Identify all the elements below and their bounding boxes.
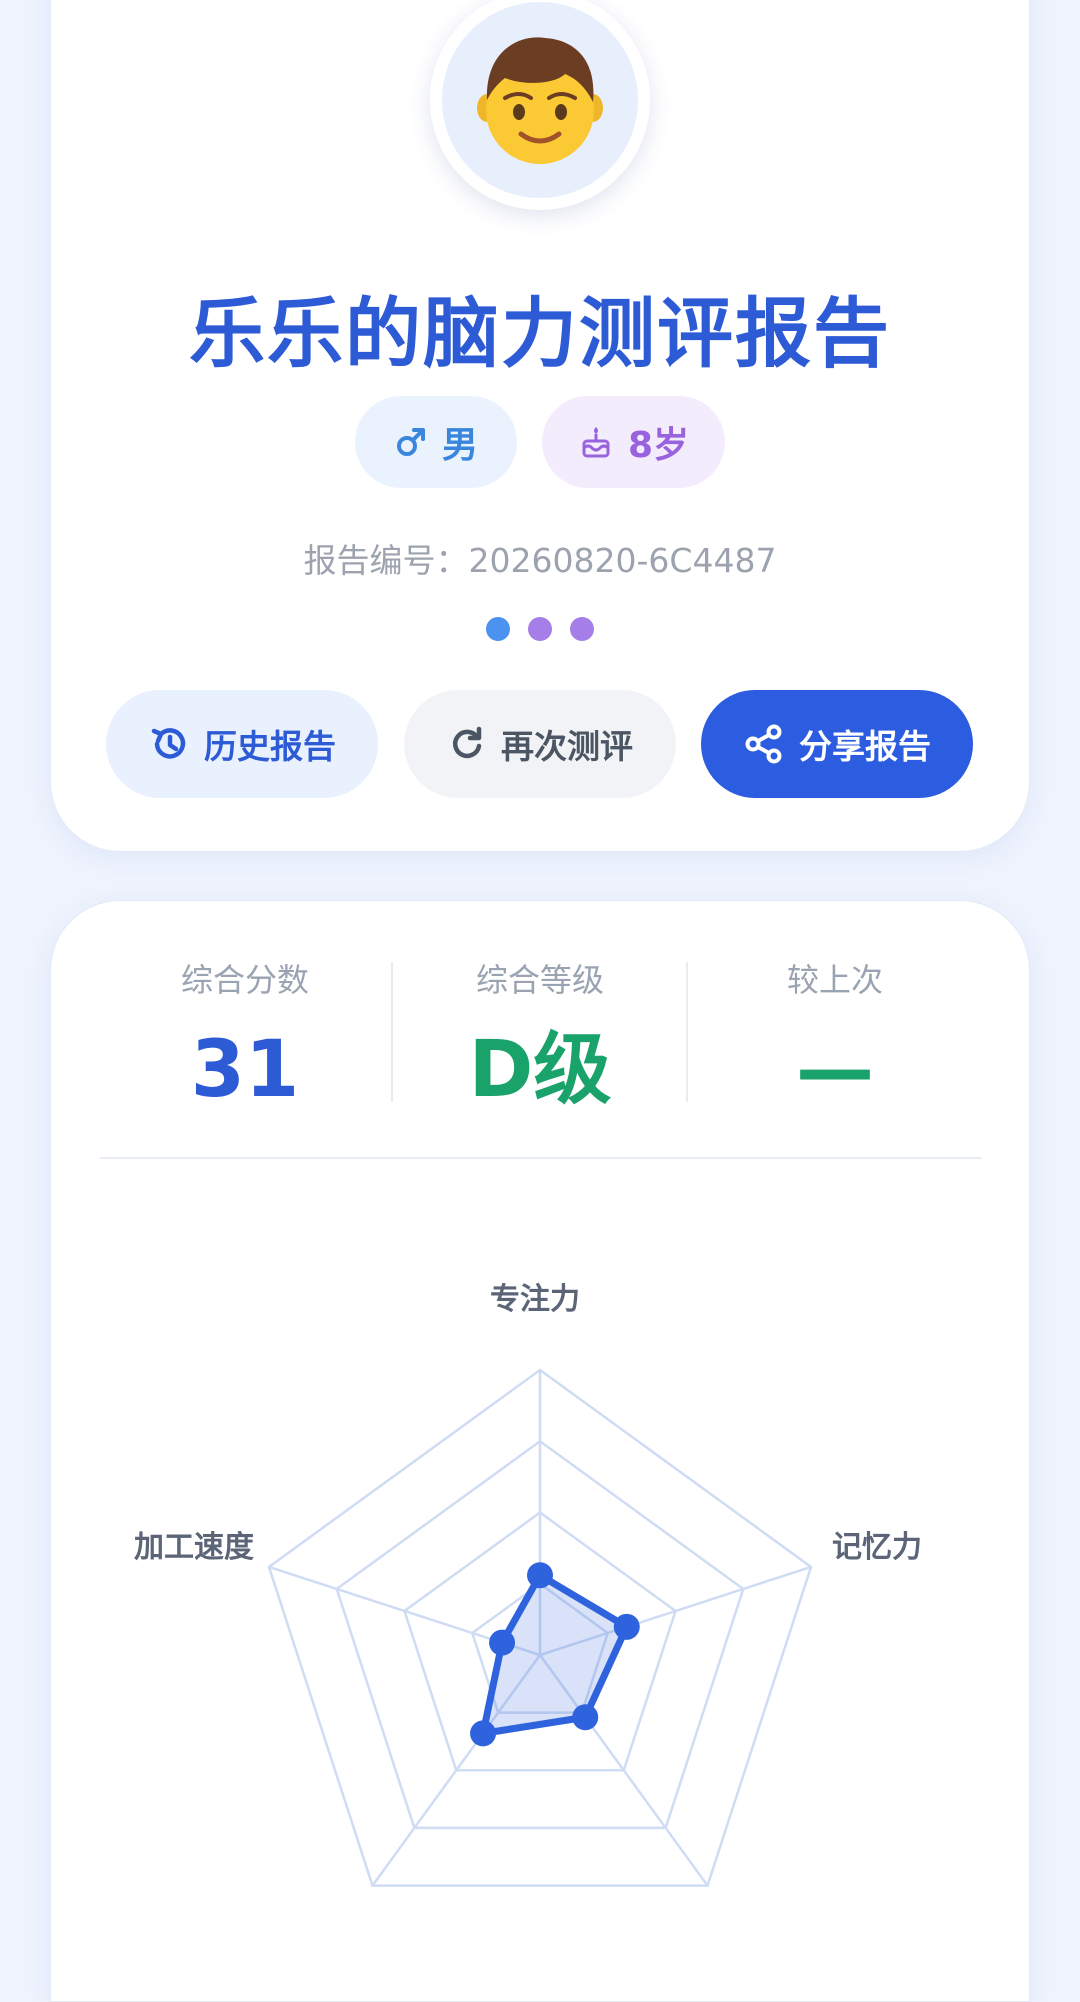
grade-value: D级: [468, 1025, 612, 1115]
history-icon: [151, 728, 186, 759]
page-title: 乐乐的脑力测评报告: [189, 289, 891, 378]
boy-face-icon: [477, 37, 603, 164]
stat-divider: [391, 962, 393, 1102]
score-value: 31: [190, 1025, 300, 1115]
report-number: 报告编号：20260820-6C4487: [303, 541, 777, 580]
indicator-dot-1: [486, 617, 510, 641]
compare-value: —: [796, 1025, 874, 1115]
section-divider: [100, 1157, 982, 1159]
avatar: [430, 0, 650, 210]
male-symbol-icon: [396, 428, 425, 456]
gender-badge: 男: [355, 396, 517, 488]
gender-label: 男: [441, 425, 478, 466]
stat-divider: [686, 962, 688, 1102]
score-label: 综合分数: [180, 961, 309, 999]
birthday-cake-icon: [582, 427, 610, 458]
age-badge: 8岁: [542, 396, 725, 488]
retest-label: 再次测评: [501, 727, 633, 766]
history-report-label: 历史报告: [204, 727, 336, 766]
retest-button[interactable]: 再次测评: [404, 690, 676, 798]
radar-label-processing-speed: 加工速度: [134, 1530, 254, 1565]
grade-label: 综合等级: [475, 961, 604, 999]
share-report-label: 分享报告: [799, 727, 931, 766]
radar-label-memory: 记忆力: [832, 1530, 922, 1565]
share-icon: [745, 724, 782, 764]
share-report-button[interactable]: 分享报告: [701, 690, 973, 798]
radar-label-attention: 专注力: [490, 1282, 580, 1317]
age-label: 8岁: [627, 425, 690, 466]
compare-label: 较上次: [786, 961, 883, 999]
history-report-button[interactable]: 历史报告: [106, 690, 378, 798]
indicator-dot-2: [528, 617, 552, 641]
avatar-background: [442, 2, 638, 198]
indicator-dot-3: [570, 617, 594, 641]
refresh-icon: [452, 726, 482, 759]
